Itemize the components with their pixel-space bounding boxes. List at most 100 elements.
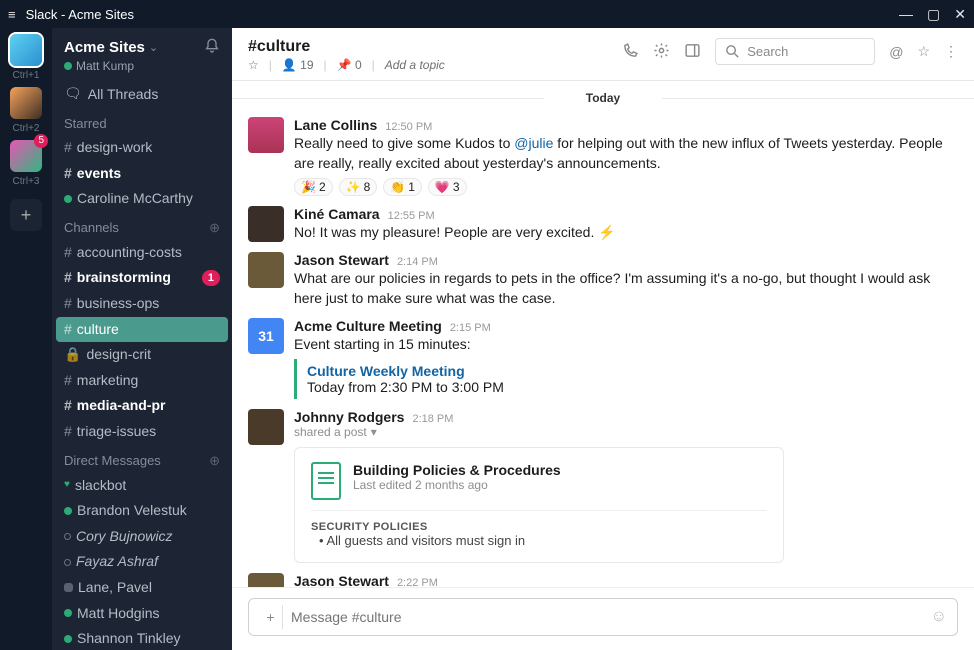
dm-cory[interactable]: Cory Bujnowicz xyxy=(52,524,232,550)
avatar[interactable] xyxy=(248,409,284,445)
reaction[interactable]: 👏1 xyxy=(383,178,422,196)
call-icon[interactable] xyxy=(622,42,639,62)
all-threads[interactable]: 🗨 All Threads xyxy=(52,79,232,108)
menu-icon[interactable]: ≡ xyxy=(8,7,16,22)
presence-indicator xyxy=(64,62,72,70)
calendar-card[interactable]: Culture Weekly Meeting Today from 2:30 P… xyxy=(294,359,958,399)
sidebar-channel-business-ops[interactable]: #business-ops xyxy=(52,291,232,317)
event-title: Culture Weekly Meeting xyxy=(307,363,948,379)
workspace-2[interactable] xyxy=(10,87,42,119)
message: 31 Acme Culture Meeting2:15 PM Event sta… xyxy=(232,312,974,402)
shared-label: shared a post▾ xyxy=(294,425,958,439)
pinned-count[interactable]: 📌 0 xyxy=(337,58,362,72)
current-user: Matt Kump xyxy=(64,59,220,73)
main-content: #culture ☆| 👤 19| 📌 0| Add a topic Searc… xyxy=(232,28,974,650)
star-icon[interactable]: ☆ xyxy=(248,58,259,72)
avatar[interactable] xyxy=(248,252,284,288)
details-icon[interactable] xyxy=(684,42,701,62)
reaction[interactable]: ✨8 xyxy=(339,178,378,196)
chevron-down-icon: ▾ xyxy=(371,425,377,439)
sidebar-item-design-work[interactable]: #design-work xyxy=(52,135,232,161)
sidebar-channel-culture[interactable]: #culture xyxy=(56,317,228,343)
sidebar-channel-marketing[interactable]: #marketing xyxy=(52,368,232,394)
more-icon[interactable]: ⋮ xyxy=(944,43,958,60)
chevron-down-icon: ⌄ xyxy=(149,41,158,54)
dm-slackbot[interactable]: ♥slackbot xyxy=(52,473,232,499)
event-time: Today from 2:30 PM to 3:00 PM xyxy=(307,379,948,395)
sidebar-item-events[interactable]: #events xyxy=(52,161,232,187)
message-input[interactable] xyxy=(291,609,931,625)
post-bullet: • All guests and visitors must sign in xyxy=(311,533,767,548)
sidebar-channel-brainstorming[interactable]: #brainstorming1 xyxy=(52,265,232,291)
message-timestamp: 12:50 PM xyxy=(385,121,432,133)
mentions-icon[interactable]: @ xyxy=(889,44,903,60)
star-list-icon[interactable]: ☆ xyxy=(917,43,930,60)
attach-button[interactable]: + xyxy=(259,605,283,629)
message-author[interactable]: Johnny Rodgers xyxy=(294,409,404,425)
workspace-1[interactable] xyxy=(10,34,42,66)
add-dm-icon[interactable]: ⊕ xyxy=(209,453,220,469)
notifications-icon[interactable] xyxy=(204,38,220,57)
message-author[interactable]: Lane Collins xyxy=(294,117,377,133)
dm-brandon[interactable]: Brandon Velestuk xyxy=(52,498,232,524)
message-author[interactable]: Jason Stewart xyxy=(294,252,389,268)
dm-fayaz[interactable]: Fayaz Ashraf xyxy=(52,549,232,575)
team-name: Acme Sites xyxy=(64,39,145,56)
dm-matt-hodgins[interactable]: Matt Hodgins xyxy=(52,601,232,627)
window-title: Slack - Acme Sites xyxy=(26,7,134,22)
message-timestamp: 12:55 PM xyxy=(388,210,435,222)
message: Jason Stewart2:22 PM Thanks Johnny! xyxy=(232,567,974,587)
minimize-button[interactable]: — xyxy=(899,6,913,23)
emoji-icon[interactable]: ☺ xyxy=(931,608,947,626)
sidebar-item-caroline[interactable]: Caroline McCarthy xyxy=(52,186,232,212)
add-channel-icon[interactable]: ⊕ xyxy=(209,220,220,236)
message: Kiné Camara 12:55 PM No! It was my pleasu… xyxy=(232,200,974,246)
sidebar-channel-triage[interactable]: #triage-issues xyxy=(52,419,232,445)
search-icon xyxy=(724,43,741,60)
titlebar: ≡ Slack - Acme Sites — ▢ ✕ xyxy=(0,0,974,28)
section-dms: Direct Messages⊕ xyxy=(52,445,232,473)
topic-placeholder[interactable]: Add a topic xyxy=(385,58,445,72)
post-attachment[interactable]: Building Policies & Procedures Last edit… xyxy=(294,447,784,563)
sidebar-channel-media-pr[interactable]: #media-and-pr xyxy=(52,393,232,419)
mention[interactable]: @julie xyxy=(514,135,553,151)
reaction[interactable]: 💗3 xyxy=(428,178,467,196)
sidebar-channel-accounting[interactable]: #accounting-costs xyxy=(52,240,232,266)
message: Johnny Rodgers 2:18 PM shared a post▾ Bui… xyxy=(232,403,974,567)
avatar[interactable] xyxy=(248,117,284,153)
sidebar-channel-design-crit[interactable]: 🔒design-crit xyxy=(52,342,232,368)
window-controls: — ▢ ✕ xyxy=(899,6,966,23)
add-workspace-button[interactable]: + xyxy=(10,199,42,231)
dm-lane-pavel[interactable]: Lane, Pavel xyxy=(52,575,232,601)
message-timestamp: 2:15 PM xyxy=(450,322,491,334)
channel-header: #culture ☆| 👤 19| 📌 0| Add a topic Searc… xyxy=(232,28,974,81)
message-author[interactable]: Jason Stewart xyxy=(294,573,389,587)
message-text: No! It was my pleasure! People are very … xyxy=(294,222,958,242)
message-timestamp: 2:14 PM xyxy=(397,256,438,268)
user-name: Matt Kump xyxy=(76,59,134,73)
heart-icon: ♥ xyxy=(64,478,70,492)
search-input[interactable]: Search xyxy=(715,38,875,65)
search-placeholder: Search xyxy=(747,44,788,59)
avatar[interactable] xyxy=(248,206,284,242)
message-author[interactable]: Acme Culture Meeting xyxy=(294,318,442,334)
settings-icon[interactable] xyxy=(653,42,670,62)
team-header[interactable]: Acme Sites ⌄ Matt Kump xyxy=(52,28,232,79)
close-button[interactable]: ✕ xyxy=(954,6,966,23)
composer: + ☺ xyxy=(232,587,974,650)
calendar-icon[interactable]: 31 xyxy=(248,318,284,354)
message-author[interactable]: Kiné Camara xyxy=(294,206,380,222)
threads-icon: 🗨 xyxy=(64,85,82,102)
message-timestamp: 2:22 PM xyxy=(397,577,438,587)
workspace-3[interactable]: 5 xyxy=(10,140,42,172)
message-timestamp: 2:18 PM xyxy=(412,413,453,425)
workspace-shortcut: Ctrl+2 xyxy=(13,123,40,134)
reaction[interactable]: 🎉2 xyxy=(294,178,333,196)
message-text: Really need to give some Kudos to @julie… xyxy=(294,133,958,174)
dm-shannon[interactable]: Shannon Tinkley xyxy=(52,626,232,650)
avatar[interactable] xyxy=(248,573,284,587)
post-section-heading: SECURITY POLICIES xyxy=(311,521,767,533)
members-count[interactable]: 👤 19 xyxy=(282,58,314,72)
section-starred: Starred xyxy=(52,108,232,135)
maximize-button[interactable]: ▢ xyxy=(927,6,940,23)
